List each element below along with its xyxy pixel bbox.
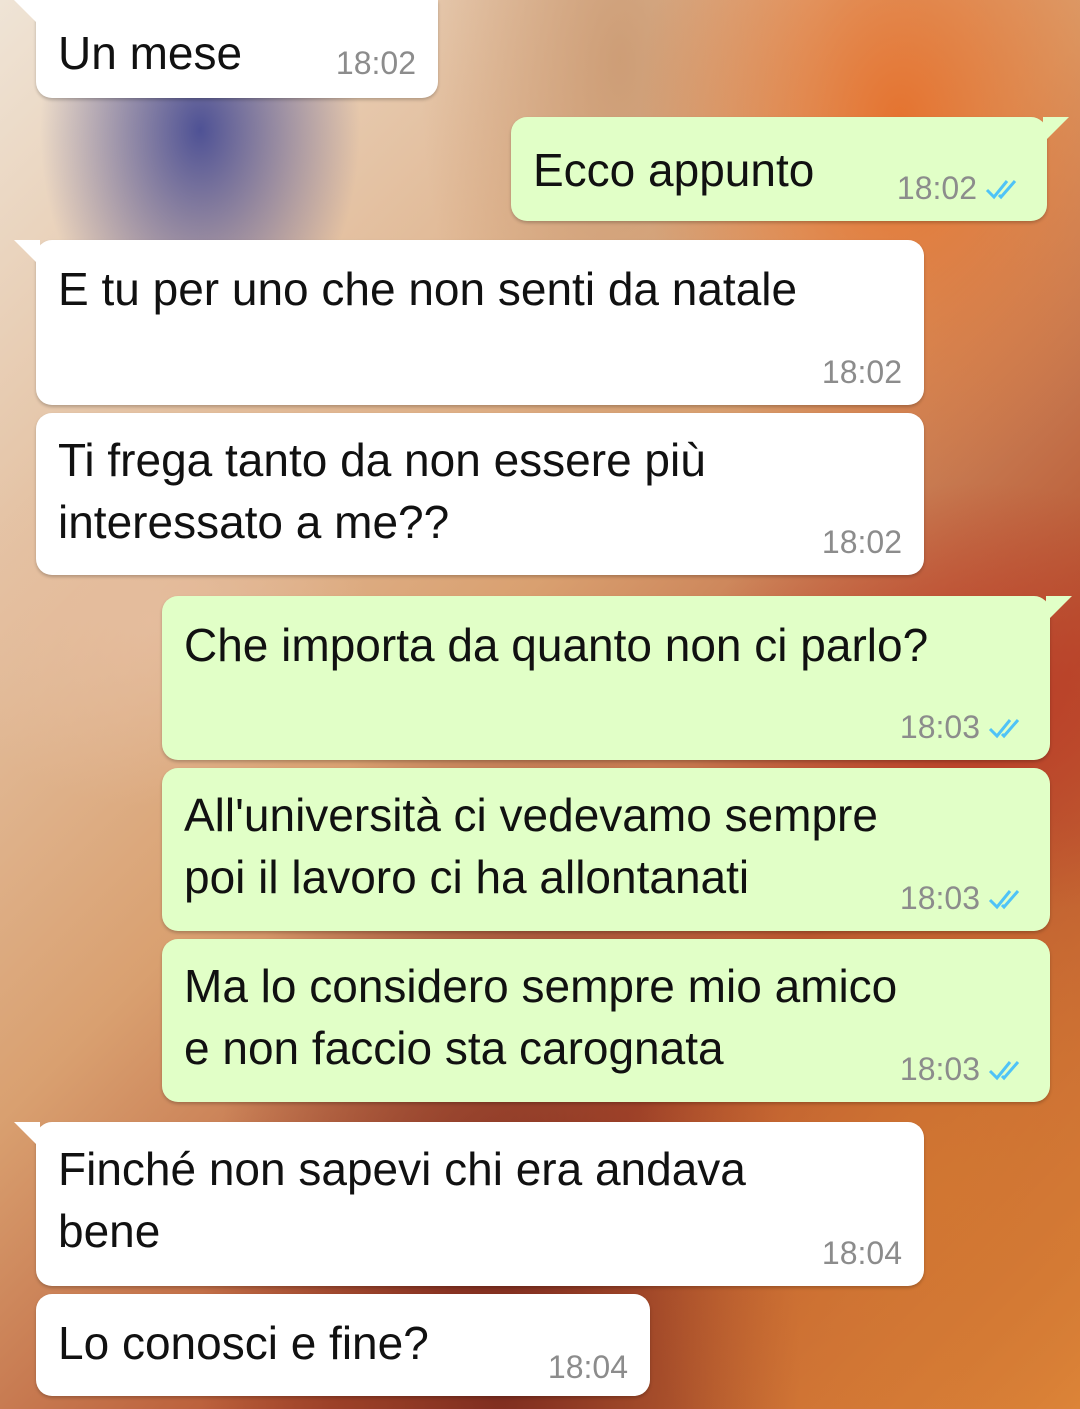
message-bubble-incoming[interactable]: Un mese 18:02	[14, 0, 438, 98]
read-receipt-icon	[988, 1060, 1020, 1080]
message-time: 18:03	[899, 880, 980, 916]
message-time: 18:04	[821, 1235, 902, 1271]
message-bubble-outgoing[interactable]: All'università ci vedevamo sempre poi il…	[162, 768, 1050, 931]
message-bubble-outgoing[interactable]: Ma lo considero sempre mio amico e non f…	[162, 939, 1050, 1102]
message-meta: 18:03	[900, 1051, 1028, 1088]
message-meta: 18:03	[900, 709, 1028, 746]
message-meta: 18:04	[548, 1349, 628, 1386]
message-time: 18:02	[335, 45, 416, 81]
message-text: Lo conosci e fine?	[58, 1317, 429, 1369]
read-receipt-icon	[988, 718, 1020, 738]
message-text: Ti frega tanto da non essere più interes…	[58, 434, 706, 548]
message-bubble-incoming[interactable]: Ti frega tanto da non essere più interes…	[36, 413, 924, 575]
message-bubble-outgoing[interactable]: Ecco appunto 18:02	[511, 117, 1069, 221]
message-time: 18:02	[896, 170, 977, 206]
message-meta: 18:02	[822, 354, 902, 391]
message-meta: 18:02	[897, 170, 1025, 207]
message-time: 18:04	[547, 1349, 628, 1385]
message-time: 18:03	[899, 709, 980, 745]
message-time: 18:02	[821, 524, 902, 560]
message-meta: 18:02	[822, 524, 902, 561]
message-bubble-incoming[interactable]: Lo conosci e fine? 18:04	[36, 1294, 650, 1396]
message-meta: 18:02	[336, 45, 416, 82]
message-text: E tu per uno che non senti da natale	[58, 263, 798, 315]
message-bubble-incoming[interactable]: Finché non sapevi chi era andava bene 18…	[14, 1122, 924, 1286]
read-receipt-icon	[985, 179, 1017, 199]
message-bubble-incoming[interactable]: E tu per uno che non senti da natale 18:…	[14, 240, 924, 405]
message-meta: 18:03	[900, 880, 1028, 917]
message-bubble-outgoing[interactable]: Che importa da quanto non ci parlo? 18:0…	[162, 596, 1072, 760]
message-text: Finché non sapevi chi era andava bene	[58, 1143, 746, 1257]
read-receipt-icon	[988, 889, 1020, 909]
message-meta: 18:04	[822, 1235, 902, 1272]
message-time: 18:02	[821, 354, 902, 390]
message-text: Che importa da quanto non ci parlo?	[184, 619, 929, 671]
message-time: 18:03	[899, 1051, 980, 1087]
